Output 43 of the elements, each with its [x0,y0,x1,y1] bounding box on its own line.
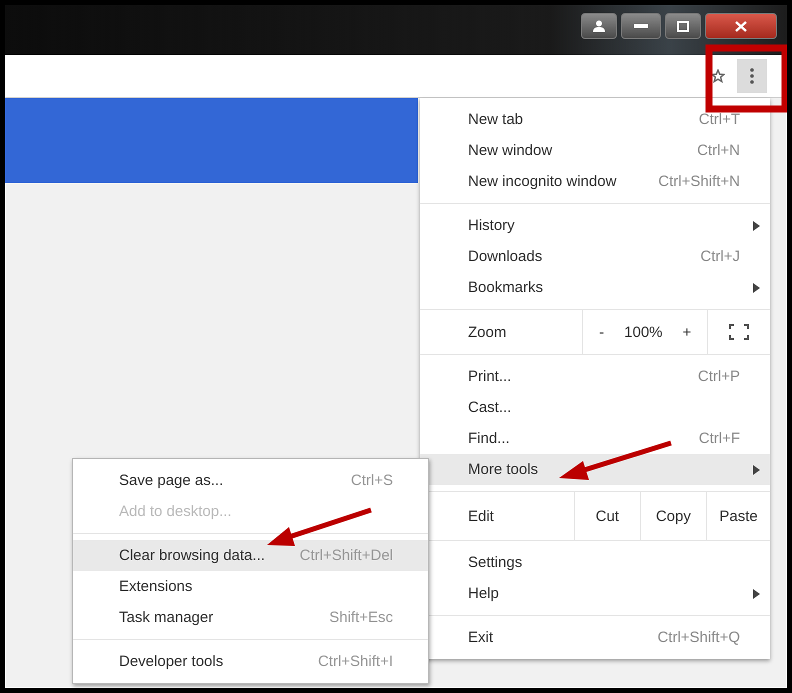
shortcut-text: Ctrl+J [700,248,740,265]
zoom-level-text: 100% [624,324,663,340]
shortcut-text: Ctrl+Shift+N [658,173,740,190]
zoom-out-button[interactable]: - [593,324,610,340]
menu-item[interactable]: New window Ctrl+N [420,135,770,166]
minimize-icon [634,24,648,28]
star-icon[interactable] [711,69,725,83]
edit-action-button[interactable]: Paste [706,492,770,540]
more-icon [750,68,754,84]
maximize-button[interactable] [665,13,701,39]
person-icon [592,20,606,32]
menu-item[interactable]: Find... Ctrl+F [420,423,770,454]
menu-item[interactable]: Downloads Ctrl+J [420,241,770,272]
menu-item[interactable]: Bookmarks [420,272,770,303]
edit-action-button[interactable]: Cut [574,492,640,540]
menu-button[interactable] [737,59,767,93]
shortcut-text: Shift+Esc [329,609,393,626]
menu-item[interactable]: Clear browsing data... Ctrl+Shift+Del [73,540,428,571]
menu-item[interactable]: Print... Ctrl+P [420,361,770,392]
shortcut-text: Ctrl+P [698,368,740,385]
shortcut-text: Ctrl+Shift+I [318,653,393,670]
menu-item[interactable]: More tools [420,454,770,485]
shortcut-text: Ctrl+F [698,430,740,447]
menu-item[interactable]: Cast... [420,392,770,423]
zoom-label: Zoom [467,322,508,342]
shortcut-text: Ctrl+S [350,472,393,489]
shortcut-text: Ctrl+N [697,142,740,159]
close-icon [735,20,747,32]
close-button[interactable] [705,13,777,39]
shortcut-text: Ctrl+Shift+Q [657,629,740,646]
menu-item[interactable]: New incognito window Ctrl+Shift+N [420,166,770,197]
edit-label: Edit [467,506,495,526]
zoom-in-button[interactable]: + [676,324,698,340]
shortcut-text: Ctrl+T [698,111,740,128]
fullscreen-icon [729,324,750,340]
minimize-button[interactable] [621,13,661,39]
maximize-icon [677,20,689,32]
edit-action-button[interactable]: Copy [640,492,706,540]
shortcut-text: Ctrl+Shift+Del [300,547,393,564]
menu-item[interactable]: Developer tools Ctrl+Shift+I [73,646,428,677]
profile-button[interactable] [581,13,617,39]
menu-item[interactable]: History [420,210,770,241]
menu-item[interactable]: New tab Ctrl+T [420,104,770,135]
